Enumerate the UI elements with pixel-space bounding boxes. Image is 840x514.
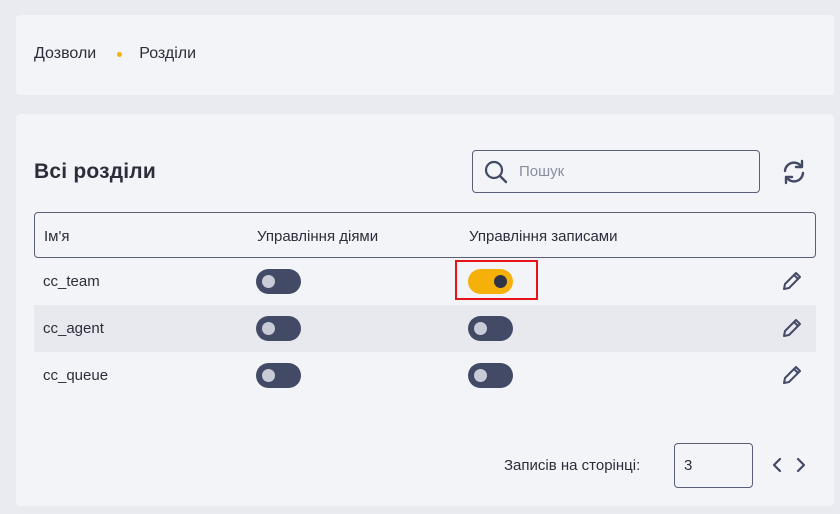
column-header-actions: Управління діями: [257, 228, 379, 245]
toggle-knob: [262, 322, 275, 335]
actions-toggle[interactable]: [256, 316, 301, 341]
chevron-left-icon[interactable]: [768, 456, 786, 474]
row-name: cc_team: [43, 273, 100, 290]
table-row: cc_team: [34, 258, 816, 305]
toggle-knob: [474, 322, 487, 335]
pencil-icon[interactable]: [780, 316, 804, 340]
per-page-input[interactable]: 3: [674, 443, 753, 488]
pencil-icon[interactable]: [780, 269, 804, 293]
column-header-records: Управління записами: [469, 228, 618, 245]
toggle-knob: [262, 275, 275, 288]
breadcrumb-separator-dot: [117, 51, 123, 57]
search-input[interactable]: [517, 162, 751, 181]
column-header-name: Ім'я: [44, 228, 70, 245]
row-name: cc_agent: [43, 320, 104, 337]
toggle-knob: [262, 369, 275, 382]
chevron-right-icon[interactable]: [792, 456, 810, 474]
toggle-knob: [494, 275, 507, 288]
search-box[interactable]: [472, 150, 760, 193]
pencil-icon[interactable]: [780, 363, 804, 387]
page-title: Всі розділи: [34, 160, 156, 183]
table-row: cc_agent: [34, 305, 816, 352]
table-header: Ім'я Управління діями Управління записам…: [34, 212, 816, 258]
breadcrumb-item-permissions[interactable]: Дозволи: [34, 45, 96, 63]
pagination: Записів на сторінці: 3: [504, 443, 814, 488]
sections-table: Ім'я Управління діями Управління записам…: [34, 212, 816, 399]
per-page-label: Записів на сторінці:: [504, 457, 641, 474]
refresh-icon[interactable]: [780, 158, 808, 186]
breadcrumb-item-sections: Розділи: [139, 45, 197, 62]
records-toggle[interactable]: [468, 316, 513, 341]
search-icon: [484, 160, 508, 183]
toggle-knob: [474, 369, 487, 382]
records-toggle[interactable]: [468, 363, 513, 388]
row-name: cc_queue: [43, 367, 109, 384]
sections-panel: Всі розділи Ім'я Управління діями Управл…: [16, 114, 834, 506]
actions-toggle[interactable]: [256, 363, 301, 388]
actions-toggle[interactable]: [256, 269, 301, 294]
breadcrumb: Дозволи Розділи: [34, 45, 196, 63]
table-row: cc_queue: [34, 352, 816, 399]
breadcrumb-card: Дозволи Розділи: [16, 15, 834, 95]
records-toggle[interactable]: [468, 269, 513, 294]
